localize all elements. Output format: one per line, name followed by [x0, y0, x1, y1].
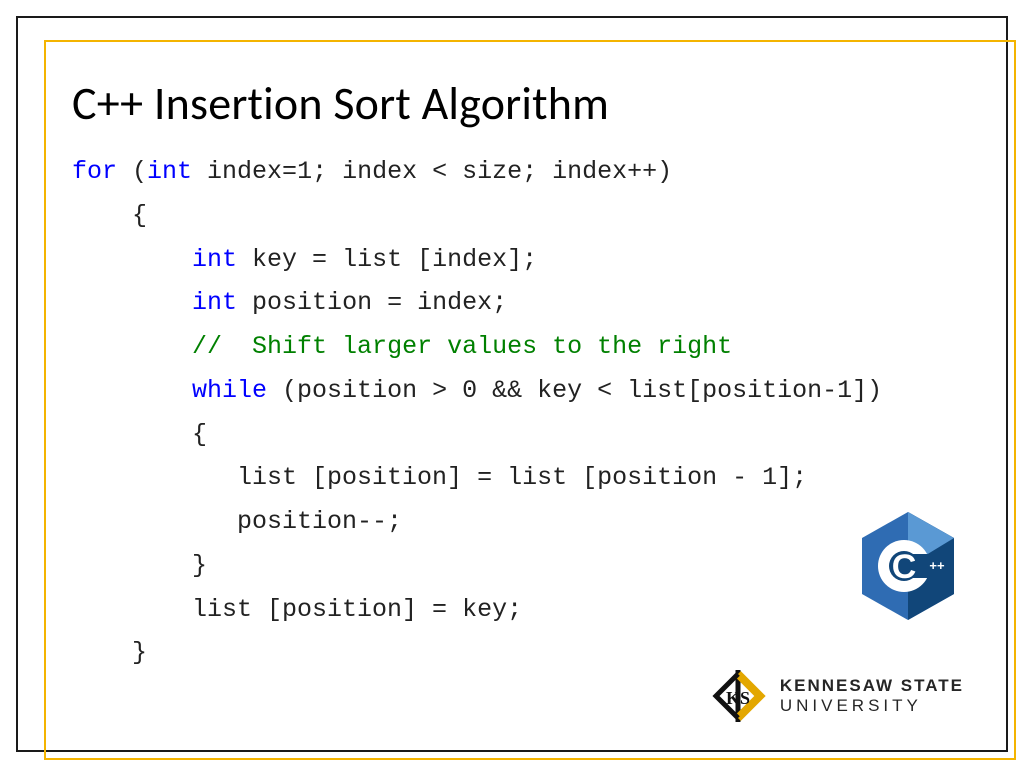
keyword-for: for: [72, 157, 117, 186]
keyword-int: int: [147, 157, 192, 186]
cpp-logo-icon: C ++: [858, 510, 958, 622]
code-text: index=1; index < size; index++): [192, 157, 672, 186]
code-text: position--;: [72, 507, 402, 536]
ksu-monogram-text: KS: [726, 688, 750, 708]
slide-content: C++ Insertion Sort Algorithm for (int in…: [72, 76, 964, 675]
code-text: key = list [index];: [237, 245, 537, 274]
cpp-letter: C: [892, 548, 917, 586]
code-text: [72, 332, 192, 361]
code-comment: // Shift larger values to the right: [192, 332, 732, 361]
code-text: position = index;: [237, 288, 507, 317]
slide-title: C++ Insertion Sort Algorithm: [72, 76, 964, 132]
code-text: list [position] = list [position - 1];: [72, 463, 807, 492]
university-line2: UNIVERSITY: [780, 696, 964, 716]
code-text: [72, 376, 192, 405]
university-name: KENNESAW STATE UNIVERSITY: [780, 676, 964, 716]
cpp-plus: ++: [929, 558, 945, 573]
code-text: }: [72, 638, 147, 667]
code-text: (position > 0 && key < list[position-1]): [267, 376, 882, 405]
ksu-monogram-icon: KS: [708, 668, 768, 724]
keyword-int: int: [192, 288, 237, 317]
university-line1: KENNESAW STATE: [780, 676, 964, 696]
code-text: }: [72, 551, 207, 580]
keyword-while: while: [192, 376, 267, 405]
code-block: for (int index=1; index < size; index++)…: [72, 150, 964, 675]
code-text: {: [72, 420, 207, 449]
code-text: [72, 245, 192, 274]
code-text: (: [117, 157, 147, 186]
code-text: list [position] = key;: [72, 595, 522, 624]
keyword-int: int: [192, 245, 237, 274]
university-logo: KS KENNESAW STATE UNIVERSITY: [708, 668, 964, 724]
code-text: {: [72, 201, 147, 230]
code-text: [72, 288, 192, 317]
